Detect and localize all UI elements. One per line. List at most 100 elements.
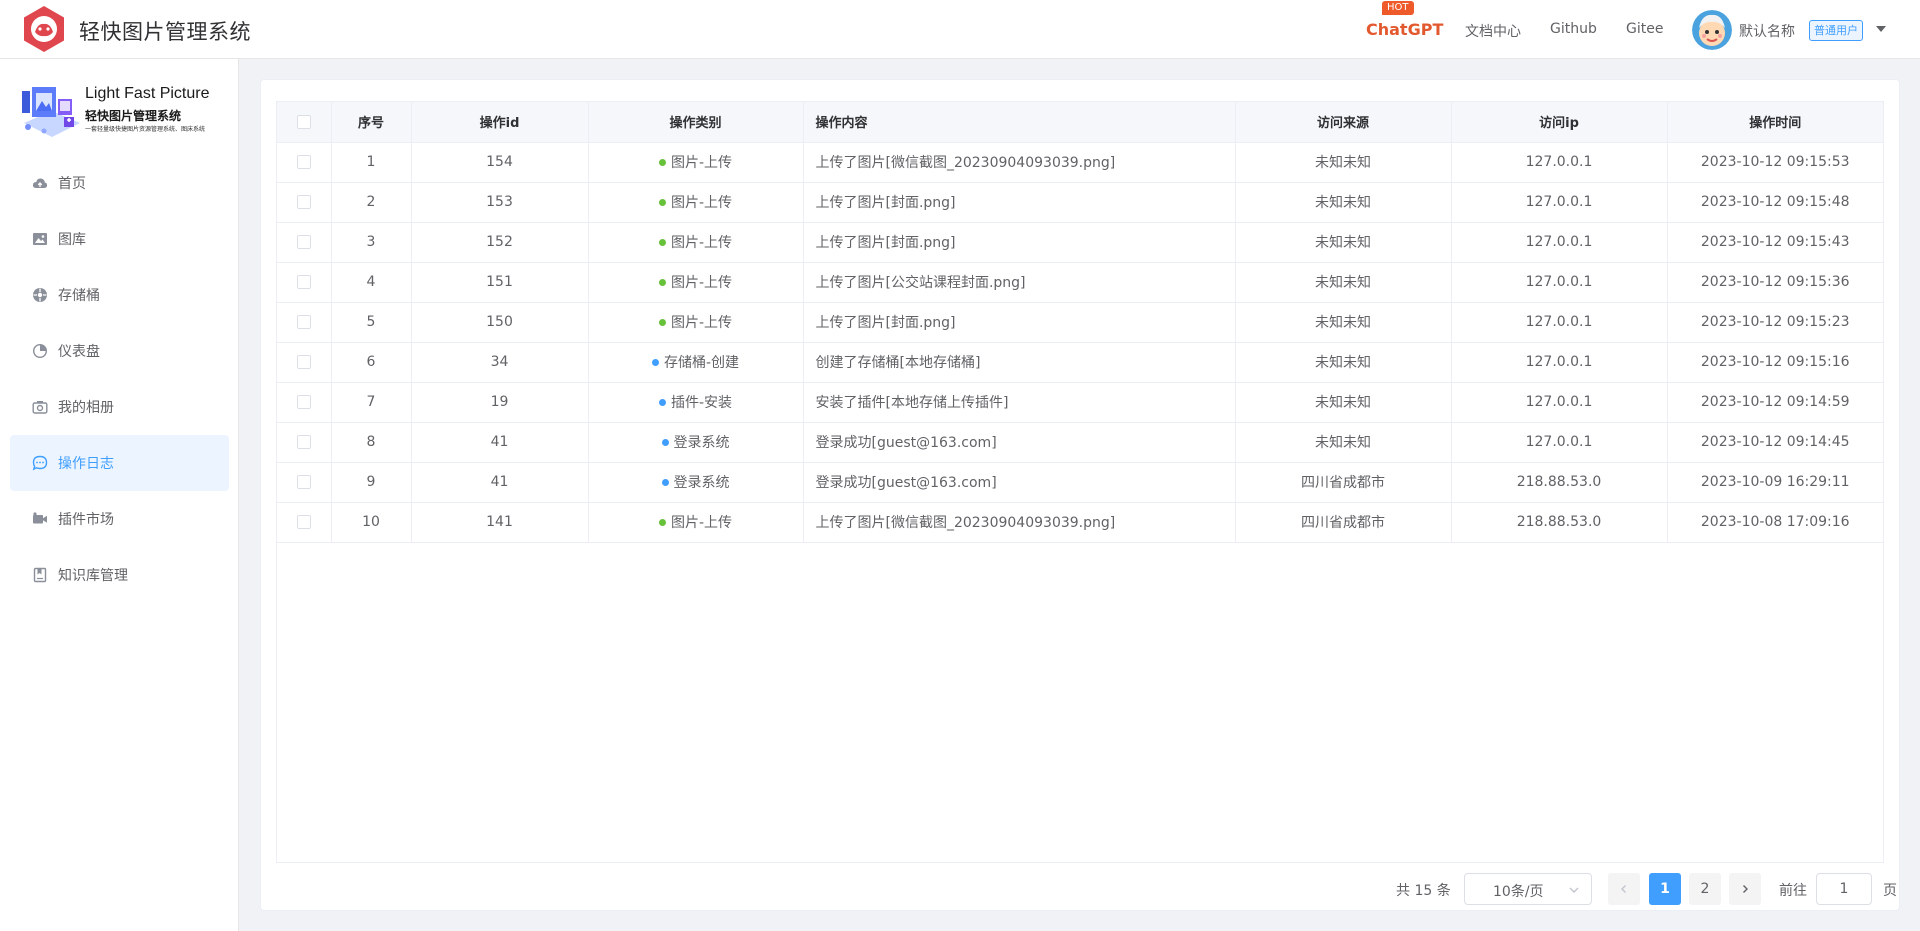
app-logo-icon[interactable] bbox=[20, 5, 68, 53]
logo-title-en: Light Fast Picture bbox=[85, 85, 210, 102]
row-checkbox[interactable] bbox=[296, 275, 311, 289]
row-checkbox-cell[interactable] bbox=[277, 142, 332, 183]
logo-subtitle: 一套轻量级快捷图片资源管理系统、图床系统 bbox=[85, 126, 206, 133]
bucket-icon bbox=[33, 288, 47, 302]
status-dot bbox=[658, 518, 666, 526]
status-dot bbox=[658, 278, 666, 286]
cell-time: 2023-10-12 09:15:16 bbox=[1667, 342, 1883, 383]
top-header: 轻快图片管理系统 HOT ChatGPT 文档中心 Github Gitee 默… bbox=[0, 0, 1920, 59]
table-row[interactable]: 2 153 图片-上传 上传了图片[封面.png] 未知未知 127.0.0.1 2023-… bbox=[277, 182, 1883, 223]
status-dot bbox=[658, 198, 666, 206]
sidebar-item-gallery[interactable]: 图库 bbox=[10, 211, 229, 267]
page-button-1[interactable]: 1 bbox=[1649, 873, 1681, 905]
table-row[interactable]: 9 41 登录系统 登录成功[guest@163.com] 四川省成都市 218.88.5… bbox=[277, 462, 1883, 503]
table-row[interactable]: 3 152 图片-上传 上传了图片[封面.png] 未知未知 127.0.0.1 2023-… bbox=[277, 222, 1883, 263]
goto-label: 前往 bbox=[1779, 883, 1807, 899]
page-button-2[interactable]: 2 bbox=[1689, 873, 1721, 905]
cell-index: 1 bbox=[331, 142, 412, 183]
category-label: 图片-上传 bbox=[670, 235, 733, 251]
cell-content: 安装了插件[本地存储上传插件] bbox=[803, 382, 1236, 423]
row-checkbox[interactable] bbox=[296, 475, 311, 489]
cell-ip: 127.0.0.1 bbox=[1451, 422, 1668, 463]
table-row[interactable]: 1 154 图片-上传 上传了图片[微信截图_20230904093039.png] 未… bbox=[277, 142, 1883, 183]
user-role-tag: 普通用户 bbox=[1809, 20, 1863, 41]
row-checkbox[interactable] bbox=[296, 195, 311, 209]
cell-time: 2023-10-12 09:15:53 bbox=[1667, 142, 1883, 183]
avatar[interactable] bbox=[1692, 10, 1732, 50]
column-header-id: 操作id bbox=[411, 102, 589, 143]
category-label: 图片-上传 bbox=[670, 155, 733, 171]
row-checkbox[interactable] bbox=[296, 355, 311, 369]
row-checkbox[interactable] bbox=[296, 235, 311, 249]
cell-category: 图片-上传 bbox=[588, 502, 804, 543]
row-checkbox-cell[interactable] bbox=[277, 262, 332, 303]
sidebar-menu: 首页 图库 存储桶 仪表盘 我的相册 操作日志 插件市场 知识库管理 bbox=[10, 155, 229, 603]
row-checkbox-cell[interactable] bbox=[277, 182, 332, 223]
row-checkbox[interactable] bbox=[296, 435, 311, 449]
column-header-time: 操作时间 bbox=[1667, 102, 1883, 143]
nav-link-gitee[interactable]: Gitee bbox=[1626, 21, 1663, 37]
sidebar-item-operation-log[interactable]: 操作日志 bbox=[10, 435, 229, 491]
row-checkbox-cell[interactable] bbox=[277, 302, 332, 343]
sidebar-item-album[interactable]: 我的相册 bbox=[10, 379, 229, 435]
cell-source: 未知未知 bbox=[1235, 142, 1452, 183]
cell-source: 未知未知 bbox=[1235, 422, 1452, 463]
sidebar-item-dashboard[interactable]: 仪表盘 bbox=[10, 323, 229, 379]
row-checkbox[interactable] bbox=[296, 315, 311, 329]
logo-illustration-icon bbox=[22, 87, 80, 137]
row-checkbox-cell[interactable] bbox=[277, 502, 332, 543]
cell-id: 41 bbox=[411, 462, 589, 503]
goto-unit: 页 bbox=[1883, 883, 1897, 899]
category-label: 插件-安装 bbox=[670, 395, 733, 411]
sidebar-item-knowledge-base[interactable]: 知识库管理 bbox=[10, 547, 229, 603]
nav-link-github[interactable]: Github bbox=[1550, 21, 1597, 37]
cell-ip: 218.88.53.0 bbox=[1451, 462, 1668, 503]
table-row[interactable]: 10 141 图片-上传 上传了图片[微信截图_20230904093039.png]… bbox=[277, 502, 1883, 543]
sidebar-item-home[interactable]: 首页 bbox=[10, 155, 229, 211]
cell-source: 未知未知 bbox=[1235, 222, 1452, 263]
table-row[interactable]: 8 41 登录系统 登录成功[guest@163.com] 未知未知 127.0.0.1 2… bbox=[277, 422, 1883, 463]
caret-down-icon[interactable] bbox=[1874, 22, 1888, 36]
sidebar-item-label: 存储桶 bbox=[58, 288, 100, 304]
prev-page-button[interactable] bbox=[1608, 873, 1640, 905]
sidebar-item-plugin-market[interactable]: 插件市场 bbox=[10, 491, 229, 547]
cell-category: 图片-上传 bbox=[588, 182, 804, 223]
page-size-select[interactable]: 10条/页 bbox=[1464, 873, 1592, 905]
cell-content: 上传了图片[封面.png] bbox=[803, 182, 1236, 223]
row-checkbox-cell[interactable] bbox=[277, 382, 332, 423]
cloud-icon bbox=[32, 178, 48, 188]
table-row[interactable]: 5 150 图片-上传 上传了图片[封面.png] 未知未知 127.0.0.1 2023-… bbox=[277, 302, 1883, 343]
table-row[interactable]: 4 151 图片-上传 上传了图片[公交站课程封面.png] 未知未知 127.0.0.1… bbox=[277, 262, 1883, 303]
nav-link-docs[interactable]: 文档中心 bbox=[1465, 21, 1521, 41]
sidebar-item-label: 图库 bbox=[58, 232, 86, 248]
sidebar-item-bucket[interactable]: 存储桶 bbox=[10, 267, 229, 323]
operation-log-table: 序号 操作id 操作类别 操作内容 访问来源 访问ip 操作时间 1 154 图片-… bbox=[276, 101, 1884, 863]
user-name[interactable]: 默认名称 bbox=[1739, 21, 1795, 41]
row-checkbox[interactable] bbox=[296, 395, 311, 409]
table-row[interactable]: 6 34 存储桶-创建 创建了存储桶[本地存储桶] 未知未知 127.0.0.1 2023-… bbox=[277, 342, 1883, 383]
table-row[interactable]: 7 19 插件-安装 安装了插件[本地存储上传插件] 未知未知 127.0.0.1 2023… bbox=[277, 382, 1883, 423]
row-checkbox-cell[interactable] bbox=[277, 462, 332, 503]
select-all-checkbox[interactable] bbox=[296, 114, 311, 129]
category-label: 图片-上传 bbox=[670, 515, 733, 531]
goto-page-input[interactable]: 1 bbox=[1816, 873, 1872, 905]
cell-ip: 218.88.53.0 bbox=[1451, 502, 1668, 543]
row-checkbox[interactable] bbox=[296, 515, 311, 529]
nav-link-chatgpt[interactable]: ChatGPT bbox=[1366, 20, 1443, 39]
cell-time: 2023-10-12 09:15:43 bbox=[1667, 222, 1883, 263]
row-checkbox[interactable] bbox=[296, 155, 311, 169]
status-dot bbox=[651, 358, 659, 366]
cell-content: 创建了存储桶[本地存储桶] bbox=[803, 342, 1236, 383]
select-all-checkbox-cell[interactable] bbox=[277, 102, 332, 143]
category-label: 登录系统 bbox=[673, 435, 730, 451]
cell-id: 34 bbox=[411, 342, 589, 383]
table-body: 1 154 图片-上传 上传了图片[微信截图_20230904093039.png] 未… bbox=[277, 142, 1883, 543]
column-header-category: 操作类别 bbox=[588, 102, 804, 143]
category-label: 登录系统 bbox=[673, 475, 730, 491]
next-page-button[interactable] bbox=[1729, 873, 1761, 905]
row-checkbox-cell[interactable] bbox=[277, 222, 332, 263]
status-dot bbox=[661, 478, 669, 486]
cell-time: 2023-10-09 16:29:11 bbox=[1667, 462, 1883, 503]
row-checkbox-cell[interactable] bbox=[277, 342, 332, 383]
row-checkbox-cell[interactable] bbox=[277, 422, 332, 463]
